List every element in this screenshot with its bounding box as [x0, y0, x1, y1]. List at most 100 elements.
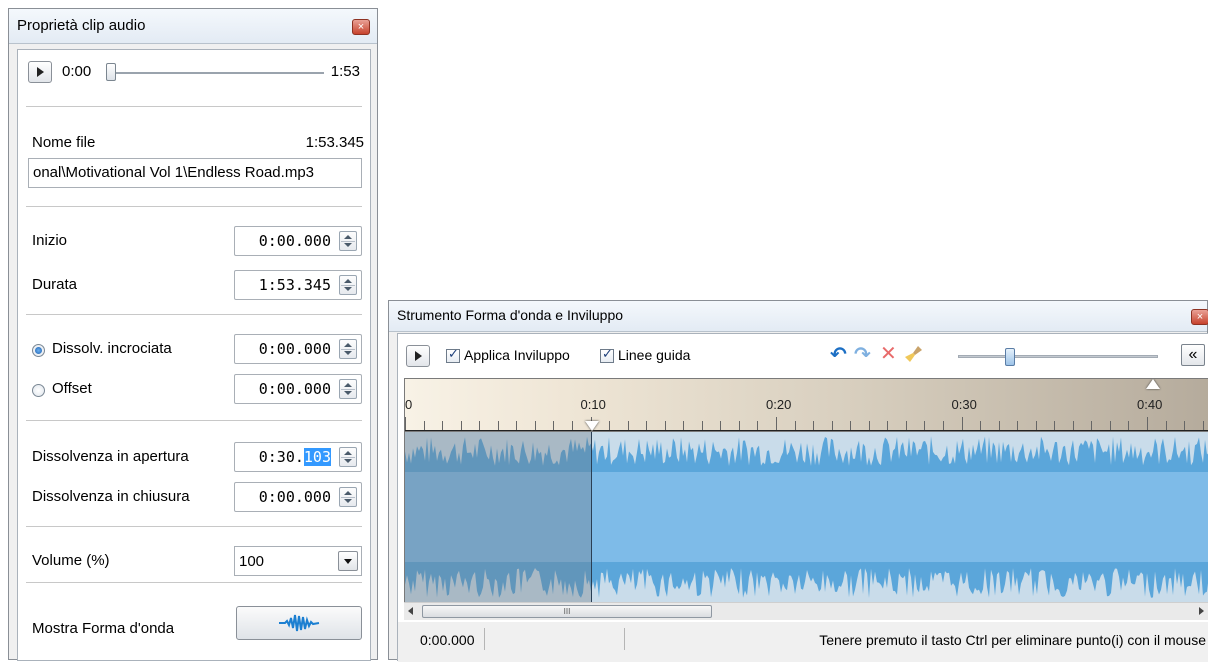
- tool-body: Applica Inviluppo Linee guida ↶ ↷ ✕ « 00…: [397, 333, 1208, 662]
- broom-icon[interactable]: [904, 344, 924, 364]
- undo-icon[interactable]: ↶: [830, 342, 847, 366]
- end-marker[interactable]: [1146, 379, 1160, 389]
- playhead-marker[interactable]: [585, 421, 599, 431]
- slider-thumb[interactable]: [106, 63, 116, 81]
- ruler-tick: [405, 417, 406, 431]
- volume-label: Volume (%): [32, 552, 110, 569]
- redo-icon[interactable]: ↷: [854, 342, 871, 366]
- volume-value: 100: [239, 553, 265, 570]
- fade-in-value: 0:30.103: [259, 448, 331, 466]
- file-path-value: onal\Motivational Vol 1\Endless Road.mp3: [33, 164, 315, 181]
- waveform-icon: [279, 614, 320, 632]
- status-divider: [624, 628, 625, 650]
- close-button[interactable]: ×: [352, 19, 370, 35]
- duration-value: 1:53.345: [258, 276, 331, 294]
- fade-out-spinner[interactable]: 0:00.000: [234, 482, 362, 512]
- zoom-slider-thumb[interactable]: [1005, 348, 1015, 366]
- panel-title: Strumento Forma d'onda e Inviluppo: [397, 307, 624, 323]
- dropdown-button[interactable]: [338, 551, 358, 571]
- collapse-icon: «: [1188, 346, 1198, 363]
- position-slider[interactable]: [106, 63, 324, 81]
- ruler-tick: [776, 417, 777, 431]
- status-hint: Tenere premuto il tasto Ctrl per elimina…: [819, 632, 1206, 648]
- fade-boundary-line[interactable]: [591, 432, 592, 602]
- file-name-label: Nome file: [32, 134, 96, 151]
- zoom-slider[interactable]: [958, 348, 1158, 366]
- panel-title: Proprietà clip audio: [17, 17, 146, 34]
- fade-out-value: 0:00.000: [258, 488, 331, 506]
- waveform-view[interactable]: [404, 432, 1208, 602]
- file-duration: 1:53.345: [305, 134, 364, 151]
- volume-select[interactable]: 100: [234, 546, 362, 576]
- fade-in-value-selection: 103: [303, 448, 331, 466]
- divider: [26, 420, 362, 421]
- status-bar: 0:00.000 Tenere premuto il tasto Ctrl pe…: [398, 622, 1208, 662]
- time-start: 0:00: [62, 63, 92, 80]
- close-icon: ×: [1196, 311, 1204, 323]
- divider: [26, 526, 362, 527]
- crossfade-label[interactable]: Dissolv. incrociata: [52, 340, 172, 357]
- titlebar: Proprietà clip audio ×: [9, 9, 377, 44]
- close-icon: ×: [357, 21, 365, 33]
- fade-in-overlay: [405, 432, 591, 602]
- time-end: 1:53: [330, 63, 360, 80]
- start-label: Inizio: [32, 232, 68, 249]
- collapse-button[interactable]: «: [1181, 344, 1205, 366]
- crossfade-value: 0:00.000: [258, 340, 331, 358]
- divider: [26, 314, 362, 315]
- waveform-envelope-tool-panel: Strumento Forma d'onda e Inviluppo × App…: [388, 300, 1208, 662]
- properties-body: 0:00 1:53 Nome file 1:53.345 onal\Motiva…: [17, 49, 371, 661]
- play-button[interactable]: [406, 345, 430, 367]
- horizontal-scrollbar[interactable]: III: [404, 602, 1208, 620]
- scroll-thumb[interactable]: III: [422, 605, 712, 618]
- offset-radio[interactable]: [32, 384, 45, 397]
- delete-icon[interactable]: ✕: [880, 341, 897, 365]
- status-time: 0:00.000: [420, 632, 475, 648]
- guides-checkbox[interactable]: [600, 347, 614, 363]
- divider: [26, 206, 362, 207]
- start-spinner[interactable]: 0:00.000: [234, 226, 362, 256]
- guides-label[interactable]: Linee guida: [618, 347, 690, 363]
- ruler-label: 0:30: [951, 397, 977, 412]
- ruler-baseline: [405, 430, 1208, 431]
- offset-value: 0:00.000: [258, 380, 331, 398]
- scroll-grip: III: [563, 607, 571, 616]
- show-waveform-label: Mostra Forma d'onda: [32, 620, 175, 637]
- ruler-label: 0: [405, 397, 413, 412]
- offset-label[interactable]: Offset: [52, 380, 92, 397]
- spin-arrows[interactable]: [339, 339, 357, 359]
- spin-arrows[interactable]: [339, 487, 357, 507]
- spin-arrows[interactable]: [339, 231, 357, 251]
- scroll-right-arrow[interactable]: [1199, 607, 1204, 615]
- ruler-tick: [1147, 417, 1148, 431]
- spin-arrows[interactable]: [339, 379, 357, 399]
- crossfade-spinner[interactable]: 0:00.000: [234, 334, 362, 364]
- apply-envelope-label[interactable]: Applica Inviluppo: [464, 347, 570, 363]
- spin-arrows[interactable]: [339, 275, 357, 295]
- fade-in-spinner[interactable]: 0:30.103: [234, 442, 362, 472]
- divider: [26, 106, 362, 107]
- timeline-ruler[interactable]: 0 0:10 0:20 0:30 0:40: [404, 378, 1208, 432]
- ruler-label: 0:10: [580, 397, 606, 412]
- apply-envelope-checkbox[interactable]: [446, 347, 460, 363]
- scroll-left-arrow[interactable]: [408, 607, 413, 615]
- chevron-down-icon: [344, 559, 352, 564]
- ruler-tick: [962, 417, 963, 431]
- fade-in-label: Dissolvenza in apertura: [32, 448, 189, 465]
- audio-clip-properties-panel: Proprietà clip audio × 0:00 1:53 Nome fi…: [8, 8, 378, 661]
- spin-arrows[interactable]: [339, 447, 357, 467]
- ruler-label: 0:40: [1137, 397, 1163, 412]
- ruler-label: 0:20: [766, 397, 792, 412]
- crossfade-radio[interactable]: [32, 344, 45, 357]
- file-path-field[interactable]: onal\Motivational Vol 1\Endless Road.mp3: [28, 158, 362, 188]
- play-button[interactable]: [28, 61, 52, 83]
- fade-out-label: Dissolvenza in chiusura: [32, 488, 190, 505]
- offset-spinner[interactable]: 0:00.000: [234, 374, 362, 404]
- close-button[interactable]: ×: [1191, 309, 1208, 325]
- duration-spinner[interactable]: 1:53.345: [234, 270, 362, 300]
- start-value: 0:00.000: [258, 232, 331, 250]
- show-waveform-button[interactable]: [236, 606, 362, 640]
- titlebar: Strumento Forma d'onda e Inviluppo ×: [389, 301, 1208, 332]
- status-divider: [484, 628, 485, 650]
- duration-label: Durata: [32, 276, 78, 293]
